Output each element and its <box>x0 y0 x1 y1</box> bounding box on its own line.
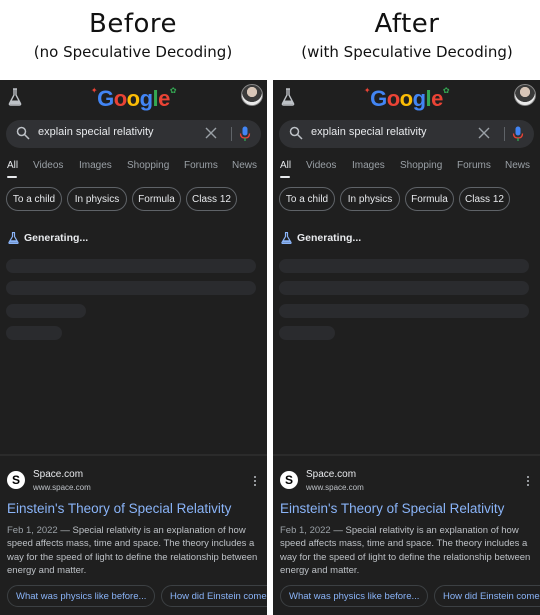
search-bar[interactable]: explain special relativity <box>6 120 261 148</box>
result-date: Feb 1, 2022 <box>7 525 58 536</box>
loading-skeleton-line <box>279 304 529 318</box>
search-input[interactable]: explain special relativity <box>311 126 427 138</box>
loading-skeleton-line <box>6 281 256 295</box>
top-bar: ✦Google✿ <box>273 80 540 118</box>
after-header: After (with Speculative Decoding) <box>274 0 540 80</box>
phone-before: ✦Google✿ explain special relativity All … <box>0 80 267 615</box>
tab-shopping[interactable]: Shopping <box>127 160 169 171</box>
tab-images[interactable]: Images <box>79 160 112 171</box>
microphone-icon[interactable] <box>512 126 524 142</box>
chip-class-12[interactable]: Class 12 <box>186 187 237 211</box>
result-title-link[interactable]: Einstein's Theory of Special Relativity <box>280 501 504 516</box>
search-input[interactable]: explain special relativity <box>38 126 154 138</box>
tab-all[interactable]: All <box>7 160 18 171</box>
avatar[interactable] <box>514 84 536 106</box>
refinement-chips: To a child In physics Formula Class 12 <box>0 187 267 211</box>
google-doodle-logo[interactable]: ✦Google✿ <box>91 86 177 112</box>
tab-forums[interactable]: Forums <box>457 160 491 171</box>
flask-icon[interactable] <box>281 88 295 106</box>
active-tab-indicator <box>7 176 17 178</box>
chip-to-a-child[interactable]: To a child <box>6 187 62 211</box>
tab-videos[interactable]: Videos <box>33 160 63 171</box>
loading-skeleton-line <box>279 281 529 295</box>
loading-skeleton-line <box>6 259 256 273</box>
generating-label: Generating... <box>297 232 362 244</box>
related-question-chip[interactable]: What was physics like before... <box>7 585 155 607</box>
tab-videos[interactable]: Videos <box>306 160 336 171</box>
ai-overview-status: Generating... <box>8 231 88 245</box>
result-snippet: Feb 1, 2022 — Special relativity is an e… <box>280 524 536 577</box>
chip-formula[interactable]: Formula <box>405 187 454 211</box>
result-title-link[interactable]: Einstein's Theory of Special Relativity <box>7 501 231 516</box>
chip-in-physics[interactable]: In physics <box>340 187 400 211</box>
tab-news[interactable]: News <box>232 160 257 171</box>
loading-skeleton-line <box>6 304 86 318</box>
before-subtitle: (no Speculative Decoding) <box>33 43 233 61</box>
tab-news[interactable]: News <box>505 160 530 171</box>
generating-label: Generating... <box>24 232 89 244</box>
site-url[interactable]: www.space.com <box>306 483 364 492</box>
flask-icon[interactable] <box>8 88 22 106</box>
site-favicon[interactable]: S <box>280 471 298 489</box>
ai-overview-status: Generating... <box>281 231 361 245</box>
tab-shopping[interactable]: Shopping <box>400 160 442 171</box>
chip-class-12[interactable]: Class 12 <box>459 187 510 211</box>
close-icon[interactable] <box>205 127 217 139</box>
before-header: Before (no Speculative Decoding) <box>0 0 266 80</box>
after-title: After <box>374 9 440 39</box>
loading-skeleton-line <box>6 326 62 340</box>
search-icon <box>289 126 303 140</box>
phone-after: ✦Google✿ explain special relativity All … <box>273 80 540 615</box>
active-tab-indicator <box>280 176 290 178</box>
after-subtitle: (with Speculative Decoding) <box>301 43 513 61</box>
refinement-chips: To a child In physics Formula Class 12 <box>273 187 540 211</box>
flask-icon <box>281 232 292 244</box>
search-tabs: All Videos Images Shopping Forums News <box>7 160 267 174</box>
result-snippet: Feb 1, 2022 — Special relativity is an e… <box>7 524 263 577</box>
search-tabs: All Videos Images Shopping Forums News <box>280 160 540 174</box>
tab-all[interactable]: All <box>280 160 291 171</box>
search-icon <box>16 126 30 140</box>
site-url[interactable]: www.space.com <box>33 483 91 492</box>
section-separator <box>0 454 267 456</box>
site-favicon[interactable]: S <box>7 471 25 489</box>
related-question-chip[interactable]: How did Einstein come <box>434 585 540 607</box>
site-name[interactable]: Space.com <box>33 469 83 480</box>
related-question-chip[interactable]: How did Einstein come <box>161 585 267 607</box>
search-bar[interactable]: explain special relativity <box>279 120 534 148</box>
tab-images[interactable]: Images <box>352 160 385 171</box>
result-date: Feb 1, 2022 <box>280 525 331 536</box>
loading-skeleton-line <box>279 326 335 340</box>
search-divider <box>504 127 505 141</box>
chip-in-physics[interactable]: In physics <box>67 187 127 211</box>
section-separator <box>273 454 540 456</box>
top-bar: ✦Google✿ <box>0 80 267 118</box>
loading-skeleton-line <box>279 259 529 273</box>
avatar[interactable] <box>241 84 263 106</box>
before-title: Before <box>88 9 177 39</box>
close-icon[interactable] <box>478 127 490 139</box>
more-vert-icon[interactable] <box>253 475 257 487</box>
tab-forums[interactable]: Forums <box>184 160 218 171</box>
chip-to-a-child[interactable]: To a child <box>279 187 335 211</box>
related-question-chip[interactable]: What was physics like before... <box>280 585 428 607</box>
site-name[interactable]: Space.com <box>306 469 356 480</box>
search-divider <box>231 127 232 141</box>
google-doodle-logo[interactable]: ✦Google✿ <box>364 86 450 112</box>
microphone-icon[interactable] <box>239 126 251 142</box>
flask-icon <box>8 232 19 244</box>
chip-formula[interactable]: Formula <box>132 187 181 211</box>
more-vert-icon[interactable] <box>526 475 530 487</box>
